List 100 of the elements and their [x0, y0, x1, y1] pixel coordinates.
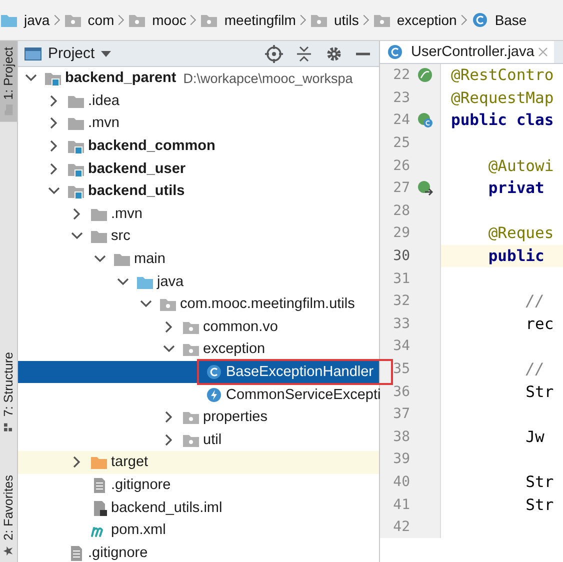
- tree-item[interactable]: backend_parent D:\workapce\mooc_workspa: [18, 67, 379, 90]
- tree-item[interactable]: backend_common: [18, 134, 379, 158]
- package-icon: [64, 12, 82, 28]
- package-icon: [372, 12, 391, 28]
- line-number: 26: [392, 158, 410, 174]
- collapse-icon[interactable]: [295, 44, 313, 62]
- tree-item[interactable]: src: [18, 225, 379, 248]
- breadcrumb-item[interactable]: exception: [372, 12, 457, 28]
- code-line: rec: [524, 314, 554, 333]
- code-line: @RequestMap: [450, 88, 554, 107]
- package-icon: [182, 409, 200, 426]
- dropdown-caret-icon: [100, 50, 111, 58]
- structure-icon: [2, 420, 14, 433]
- exception-class-icon: [205, 386, 223, 403]
- code-line: @Reques: [487, 224, 554, 242]
- chevron-icon: [189, 12, 198, 28]
- tree-item[interactable]: .mvn: [18, 112, 379, 135]
- close-icon: [538, 47, 548, 57]
- breadcrumb-item[interactable]: utils: [310, 12, 359, 28]
- line-number: 42: [392, 519, 410, 536]
- tree-item[interactable]: .gitignore: [18, 474, 379, 496]
- line-number: 41: [392, 496, 410, 513]
- line-number: 36: [392, 384, 410, 400]
- tree-item[interactable]: properties: [18, 406, 379, 428]
- code-line: @Autowi: [487, 156, 554, 175]
- tree-item[interactable]: java: [18, 270, 379, 293]
- tree-item[interactable]: .idea: [18, 90, 379, 112]
- side-tab[interactable]: 1: Project: [0, 41, 17, 122]
- code-line: public: [487, 247, 544, 266]
- editor-tab[interactable]: UserController.java: [380, 41, 554, 63]
- tree-item[interactable]: BaseExceptionHandler: [18, 360, 379, 384]
- module-path: D:\workapce\mooc_workspa: [183, 70, 353, 86]
- tree-item[interactable]: .mvn: [18, 202, 379, 226]
- tree-item[interactable]: com.mooc.meetingfilm.utils: [18, 292, 379, 316]
- code-line: Jw: [524, 428, 544, 446]
- tree-item[interactable]: pom.xml: [18, 518, 379, 542]
- code-line: Str: [524, 472, 554, 491]
- project-icon: [24, 46, 42, 62]
- chevron-icon: [298, 12, 307, 28]
- side-tab[interactable]: 7: Structure: [0, 346, 17, 439]
- tree-item[interactable]: backend_utils.iml: [18, 496, 379, 519]
- package-icon: [159, 296, 177, 312]
- breadcrumb-item[interactable]: Base: [470, 12, 527, 28]
- package-icon: [200, 12, 218, 28]
- code-line: public clas: [450, 111, 554, 130]
- tree-item[interactable]: backend_utils: [18, 180, 379, 203]
- line-number: 22: [392, 67, 410, 84]
- chevron-icon: [117, 12, 126, 28]
- chevron-icon: [460, 12, 468, 28]
- line-number: 33: [392, 316, 410, 332]
- line-number: 29: [392, 225, 410, 242]
- class-icon: [470, 12, 489, 28]
- module-icon: [44, 70, 62, 86]
- line-number: 37: [392, 406, 410, 422]
- code-line: Str: [524, 382, 554, 401]
- class-icon: [386, 44, 404, 60]
- package-icon: [310, 12, 328, 28]
- line-number: 32: [392, 293, 410, 310]
- code-line: @RestContro: [450, 66, 554, 84]
- tree-item[interactable]: common.vo: [18, 316, 379, 338]
- package-icon: [182, 341, 200, 358]
- module-icon: [67, 183, 85, 200]
- line-number: 25: [392, 135, 410, 152]
- tree-item[interactable]: backend_user: [18, 157, 379, 180]
- bean-class-icon: [417, 112, 433, 128]
- line-number: 40: [392, 474, 410, 490]
- line-number: 34: [392, 338, 410, 354]
- line-number: 39: [392, 451, 410, 468]
- code-line: privat: [487, 179, 544, 198]
- code-line: //: [524, 360, 544, 378]
- tree-item[interactable]: main: [18, 248, 379, 270]
- bean-icon: [417, 67, 433, 84]
- settings-icon[interactable]: [325, 44, 343, 62]
- star-icon: [2, 544, 14, 556]
- breadcrumb-item[interactable]: meetingfilm: [200, 12, 296, 28]
- line-number: 23: [392, 90, 410, 106]
- line-number: 31: [392, 270, 410, 287]
- tree-item[interactable]: CommonServiceExcepti: [18, 383, 379, 406]
- line-number: 28: [392, 202, 410, 219]
- side-tab[interactable]: 2: Favorites: [0, 468, 17, 562]
- breadcrumb-item[interactable]: com: [64, 12, 114, 28]
- breadcrumb-item[interactable]: mooc: [128, 12, 186, 28]
- line-number: 38: [392, 428, 410, 445]
- module-icon: [67, 138, 85, 154]
- line-number: 30: [392, 248, 410, 264]
- code-line: Str: [524, 496, 554, 514]
- breadcrumb-item[interactable]: java: [0, 12, 50, 28]
- code-line: //: [524, 292, 544, 310]
- line-number: 35: [392, 361, 410, 378]
- line-number: 27: [392, 180, 410, 196]
- crosshair-icon[interactable]: [265, 44, 283, 62]
- tree-item[interactable]: target: [18, 451, 379, 474]
- line-number: 24: [392, 112, 410, 128]
- tree-item[interactable]: .gitignore: [18, 541, 379, 562]
- tree-item[interactable]: exception: [18, 338, 379, 361]
- panel-title[interactable]: Project: [48, 45, 95, 62]
- tree-item[interactable]: util: [18, 428, 379, 452]
- package-icon: [128, 12, 146, 28]
- chevron-icon: [52, 12, 61, 28]
- chevron-icon: [362, 12, 370, 28]
